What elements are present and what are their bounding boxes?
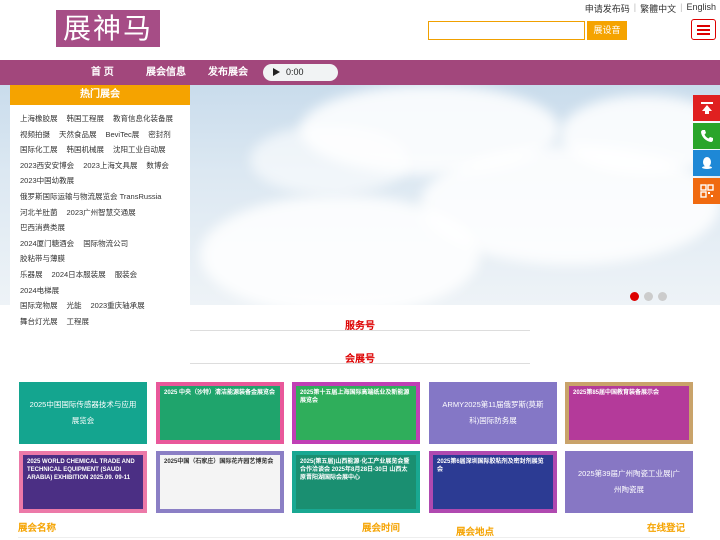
hot-expo-item[interactable]: 乐器展 bbox=[20, 270, 43, 279]
expo-card-title: ARMY2025第11届俄罗斯(莫斯科)国际防务展 bbox=[442, 400, 544, 425]
english-link[interactable]: English bbox=[686, 2, 716, 15]
expo-card-poster: 2025第85届中国教育装备展示会 bbox=[569, 386, 689, 440]
expo-card[interactable]: 2025第85届中国教育装备展示会 bbox=[565, 382, 693, 444]
hot-expo-panel: 热门展会 上海橡胶展 韩国工程展 教育信息化装备展视频拍摄 天然食品展 BeviTec展… bbox=[10, 85, 190, 326]
column-expo-location: 展会地点 bbox=[456, 527, 495, 538]
hot-expo-item[interactable]: 2024电梯展 bbox=[20, 286, 59, 295]
expo-card-title: 2025第85届中国教育装备展示会 bbox=[573, 390, 660, 396]
hot-expo-item[interactable]: 韩国机械展 bbox=[67, 145, 105, 154]
hot-expo-item[interactable]: 2023西安安博会 bbox=[20, 161, 74, 170]
top-links: 申请发布码 | 繁體中文 | English bbox=[585, 2, 716, 15]
expo-card-title: 2025第十五届上海国际高端纸业及新能源展览会 bbox=[300, 390, 410, 404]
carousel-dot[interactable] bbox=[644, 292, 653, 301]
nav-publish-expo[interactable]: 发布展会 bbox=[208, 60, 248, 85]
hot-expo-item[interactable]: BeviTec展 bbox=[106, 130, 140, 139]
qq-icon[interactable] bbox=[693, 150, 720, 176]
carousel-dots bbox=[630, 292, 667, 301]
hot-expo-item[interactable]: 教育信息化装备展 bbox=[113, 114, 173, 123]
expo-card-title: 2025第6届深圳国际胶粘剂及密封剂展览会 bbox=[437, 459, 544, 473]
hot-expo-list: 上海橡胶展 韩国工程展 教育信息化装备展视频拍摄 天然食品展 BeviTec展 密封剂国际… bbox=[10, 105, 190, 329]
expo-card-poster: 2025 WORLD CHEMICAL TRADE AND TECHNICAL … bbox=[23, 455, 143, 509]
nav-home[interactable]: 首 页 bbox=[91, 60, 114, 85]
divider bbox=[190, 363, 530, 364]
hot-expo-item[interactable]: 胶粘带与薄膜 bbox=[20, 254, 65, 263]
carousel-dot[interactable] bbox=[630, 292, 639, 301]
expo-card[interactable]: 2025中国（石家庄）国际花卉园艺博览会 bbox=[156, 451, 284, 513]
hot-expo-item[interactable]: 韩国工程展 bbox=[67, 114, 105, 123]
hot-expo-item[interactable]: 俄罗斯国际运输与物流展览会 TransRussia bbox=[20, 192, 161, 201]
hamburger-icon bbox=[697, 25, 710, 27]
hot-expo-item[interactable]: 密封剂 bbox=[148, 130, 171, 139]
play-icon[interactable] bbox=[273, 68, 280, 76]
search-button[interactable]: 展设音 bbox=[587, 21, 627, 40]
divider bbox=[190, 330, 530, 331]
expo-card-title: 2025 中央（沙特）清洁能源装备金展览会 bbox=[164, 390, 276, 396]
expo-card[interactable]: ARMY2025第11届俄罗斯(莫斯科)国际防务展 bbox=[429, 382, 557, 444]
expo-card[interactable]: 2025 WORLD CHEMICAL TRADE AND TECHNICAL … bbox=[19, 451, 147, 513]
hot-expo-item[interactable]: 服装会 bbox=[115, 270, 138, 279]
carousel-dot[interactable] bbox=[658, 292, 667, 301]
hot-expo-title: 热门展会 bbox=[10, 85, 190, 105]
back-to-top-icon[interactable] bbox=[693, 95, 720, 121]
hot-expo-item[interactable]: 2024厦门糖酒会 bbox=[20, 239, 74, 248]
divider: | bbox=[633, 2, 637, 12]
audio-time: 0:00 bbox=[286, 67, 304, 77]
expo-card-poster: 2025第十五届上海国际高端纸业及新能源展览会 bbox=[296, 386, 416, 440]
hot-expo-item[interactable]: 国际化工展 bbox=[20, 145, 58, 154]
expo-card[interactable]: 2025(第五届)山西能源·化工产业展览会暨合作洽谈会 2025年8月28日-3… bbox=[292, 451, 420, 513]
expo-card[interactable]: 2025中国国际传感器技术与应用展览会 bbox=[19, 382, 147, 444]
expo-card-poster: 2025(第五届)山西能源·化工产业展览会暨合作洽谈会 2025年8月28日-3… bbox=[296, 455, 416, 509]
hot-expo-item[interactable]: 视频拍摄 bbox=[20, 130, 50, 139]
divider: | bbox=[680, 2, 683, 12]
column-expo-name: 展会名称 bbox=[18, 523, 57, 534]
expo-card-title: 2025(第五届)山西能源·化工产业展览会暨合作洽谈会 2025年8月28日-3… bbox=[300, 459, 410, 481]
side-toolbar bbox=[693, 95, 720, 205]
expo-card[interactable]: 2025 中央（沙特）清洁能源装备金展览会 bbox=[156, 382, 284, 444]
main-nav: 首 页 展会信息 发布展会 bbox=[0, 60, 720, 85]
audio-player[interactable]: 0:00 bbox=[263, 64, 338, 81]
expo-card-title: 2025 WORLD CHEMICAL TRADE AND TECHNICAL … bbox=[27, 459, 135, 481]
hot-expo-item[interactable]: 2024日本服装展 bbox=[52, 270, 106, 279]
column-online-register[interactable]: 在线登记 bbox=[647, 520, 685, 534]
expo-card-title: 2025第39届广州陶瓷工业展|广州陶瓷展 bbox=[578, 469, 680, 494]
search-input[interactable] bbox=[428, 21, 585, 40]
hot-expo-item[interactable]: 2023上海文具展 bbox=[83, 161, 137, 170]
hamburger-icon bbox=[697, 33, 710, 35]
column-expo-time: 展会时间 bbox=[362, 523, 401, 534]
traditional-chinese-link[interactable]: 繁體中文 bbox=[640, 2, 676, 15]
apply-code-link[interactable]: 申请发布码 bbox=[585, 2, 630, 15]
hot-expo-item[interactable]: 2023重庆轴承展 bbox=[91, 301, 145, 310]
qr-code-icon[interactable] bbox=[693, 177, 720, 204]
hot-expo-item[interactable]: 河北羊肚菌 bbox=[20, 208, 58, 217]
divider bbox=[18, 537, 690, 538]
hot-expo-item[interactable]: 巴西消费类展 bbox=[20, 223, 65, 232]
hot-expo-item[interactable]: 2023广州智慧交通展 bbox=[67, 208, 136, 217]
expo-card[interactable]: 2025第十五届上海国际高端纸业及新能源展览会 bbox=[292, 382, 420, 444]
nav-expo-info[interactable]: 展会信息 bbox=[146, 60, 186, 85]
hot-expo-item[interactable]: 国际宠物展 bbox=[20, 301, 58, 310]
expo-card[interactable]: 2025第6届深圳国际胶粘剂及密封剂展览会 bbox=[429, 451, 557, 513]
hot-expo-item[interactable]: 上海橡胶展 bbox=[20, 114, 58, 123]
phone-icon[interactable] bbox=[693, 122, 720, 149]
expo-card-title: 2025中国（石家庄）国际花卉园艺博览会 bbox=[164, 459, 274, 465]
expo-card-poster: 2025中国（石家庄）国际花卉园艺博览会 bbox=[160, 455, 280, 509]
expo-card[interactable]: 2025第39届广州陶瓷工业展|广州陶瓷展 bbox=[565, 451, 693, 513]
hamburger-icon bbox=[697, 29, 710, 31]
expo-card-poster: 2025第6届深圳国际胶粘剂及密封剂展览会 bbox=[433, 455, 553, 509]
site-logo[interactable]: 展神马 bbox=[56, 10, 160, 47]
hot-expo-item[interactable]: 国际物流公司 bbox=[83, 239, 128, 248]
hot-expo-item[interactable]: 沈阳工业自动展 bbox=[113, 145, 166, 154]
expo-card-title: 2025中国国际传感器技术与应用展览会 bbox=[29, 400, 137, 425]
hot-expo-item[interactable]: 光能 bbox=[67, 301, 82, 310]
expo-card-poster: 2025 中央（沙特）清洁能源装备金展览会 bbox=[160, 386, 280, 440]
hot-expo-item[interactable]: 2023中国幼教展 bbox=[20, 176, 74, 185]
hot-expo-item[interactable]: 天然食品展 bbox=[59, 130, 97, 139]
hot-expo-item[interactable]: 数博会 bbox=[146, 161, 169, 170]
menu-button[interactable] bbox=[691, 19, 716, 40]
